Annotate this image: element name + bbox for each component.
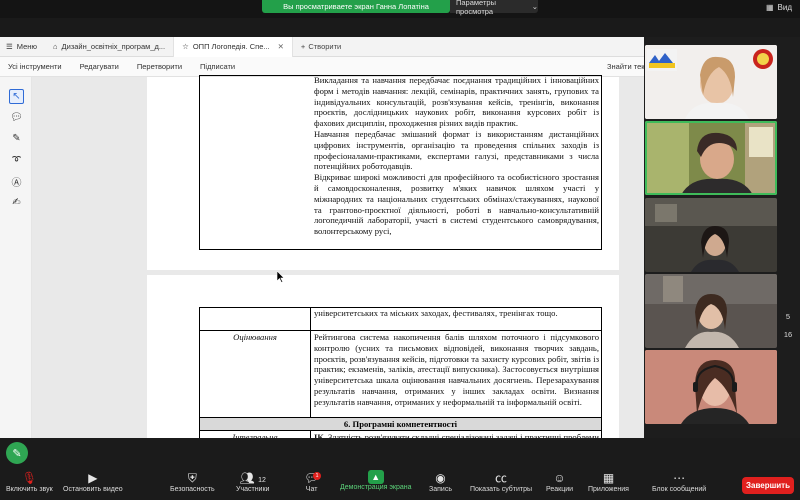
ribbon-edit[interactable]: Редагувати: [72, 62, 129, 71]
video-tile-2-active-speaker[interactable]: [645, 121, 777, 195]
tab-design-programs[interactable]: ⌂ Дизайн_освітніх_програм_д...: [45, 36, 175, 57]
video-camera-icon: ▶︎: [88, 471, 98, 485]
captions-label: Показать субтитры: [470, 486, 533, 493]
people-icon: 👥︎ 12: [239, 471, 266, 485]
participant-video: [645, 198, 777, 272]
view-options-dropdown[interactable]: Параметры просмотра ⌄: [450, 0, 538, 16]
paragraph: Відкриває широкі можливості для професій…: [314, 172, 599, 237]
plus-icon: +: [300, 42, 306, 51]
video-tile-5[interactable]: [645, 350, 777, 424]
participant-video: [645, 45, 777, 119]
continuation-text: університетських та міських заходах, фес…: [314, 308, 558, 318]
apps-grid-icon: ▦: [602, 471, 615, 485]
video-tile-3[interactable]: [645, 198, 777, 272]
chevron-down-icon: ⌄: [531, 2, 538, 11]
share-label: Демонстрация экрана: [340, 484, 412, 491]
new-tab-label: Створити: [308, 42, 342, 51]
page-number: 5: [785, 312, 791, 321]
section-heading: 6. Програмні компетентності: [199, 417, 602, 431]
page-number: 16: [783, 330, 793, 339]
stop-video-button[interactable]: ▶︎ Остановить видео: [63, 470, 123, 493]
assessment-label: Оцінювання: [233, 332, 277, 342]
chat-badge: 1: [313, 472, 321, 480]
home-icon: ⌂: [53, 42, 58, 51]
grid-icon: ▦: [765, 3, 774, 12]
menu-label: Меню: [16, 42, 38, 51]
participant-video: [645, 121, 777, 195]
unmute-label: Включить звук: [6, 486, 53, 493]
new-tab-button[interactable]: + Створити: [293, 42, 349, 51]
document-page-2: університетських та міських заходах, фес…: [147, 275, 619, 464]
cc-icon: ㏄: [495, 471, 508, 485]
shield-icon: ⛨: [187, 471, 197, 485]
tab-label: ОПП Логопедія. Спе...: [192, 42, 270, 51]
participant-video: [645, 350, 777, 424]
reactions-label: Реакции: [546, 486, 574, 493]
zoom-window: Вы просматриваете экран Ганна Лопатіна П…: [0, 0, 800, 500]
record-button[interactable]: ◉ Запись: [429, 470, 452, 493]
apps-label: Приложения: [588, 486, 629, 493]
view-label: Вид: [777, 3, 792, 12]
record-label: Запись: [429, 486, 452, 493]
video-tile-1[interactable]: [645, 45, 777, 119]
paragraph: Навчання передбачає змішаний формат із в…: [314, 128, 599, 172]
mic-muted-icon: 🎙︎: [21, 471, 37, 485]
captions-button[interactable]: ㏄ Показать субтитры: [470, 470, 532, 493]
annotate-pen-icon[interactable]: ✎: [6, 442, 28, 464]
stamp-icon[interactable]: ✍︎: [9, 195, 24, 210]
apps-button[interactable]: ▦ Приложения: [588, 470, 629, 493]
cursor-icon[interactable]: ↖: [9, 89, 24, 104]
participant-video: [645, 274, 777, 348]
share-banner: Вы просматриваете экран Ганна Лопатіна: [262, 0, 450, 13]
participants-count: 12: [258, 477, 266, 484]
end-meeting-button[interactable]: Завершить: [742, 477, 794, 494]
ribbon-all-tools[interactable]: Усі інструменти: [0, 62, 72, 71]
chat-label: Чат: [305, 486, 318, 493]
reactions-button[interactable]: ☺ Реакции: [546, 470, 573, 493]
more-button[interactable]: ⋯ Блок сообщений: [652, 470, 706, 493]
tab-label: Дизайн_освітніх_програм_д...: [61, 42, 166, 51]
participants-button[interactable]: 👥︎ 12 Участники: [236, 470, 269, 493]
menu-button[interactable]: ☰ Меню: [0, 42, 45, 51]
view-button[interactable]: ▦ Вид: [766, 3, 792, 12]
smiley-icon: ☺: [553, 471, 566, 485]
security-button[interactable]: ⛨ Безопасность: [170, 470, 215, 493]
document-page-1: Викладання та навчання передбачає поєдна…: [147, 75, 619, 270]
participants-label: Участники: [236, 486, 270, 493]
ribbon-convert[interactable]: Перетворити: [129, 62, 192, 71]
tab-opp-logopedia[interactable]: ☆ ОПП Логопедія. Спе... ✕: [174, 36, 293, 57]
lasso-icon[interactable]: ➰︎: [9, 153, 24, 168]
table-cell-left: [199, 75, 311, 250]
table-cell-left: [199, 330, 311, 418]
mouse-cursor-icon: [277, 271, 285, 283]
teaching-text: Викладання та навчання передбачає поєдна…: [314, 75, 599, 237]
security-label: Безопасность: [170, 486, 215, 493]
pen-icon[interactable]: ✎: [9, 131, 24, 146]
record-icon: ◉: [435, 471, 446, 485]
comment-icon[interactable]: 💬︎: [9, 110, 24, 125]
find-text-button[interactable]: Знайти тек: [607, 62, 645, 71]
tool-rail: ↖ 💬︎ ✎ ➰︎ Ⓐ ✍︎: [0, 77, 32, 438]
star-icon: ☆: [182, 42, 189, 51]
more-label: Блок сообщений: [652, 486, 707, 493]
close-icon[interactable]: ✕: [278, 42, 284, 51]
stop-video-label: Остановить видео: [63, 486, 123, 493]
share-screen-button[interactable]: ▲ Демонстрация экрана: [340, 470, 412, 491]
view-options-label: Параметры просмотра: [456, 0, 496, 16]
hamburger-icon: ☰: [6, 42, 13, 51]
more-dots-icon: ⋯: [673, 471, 686, 485]
paragraph: Викладання та навчання передбачає поєдна…: [314, 75, 599, 129]
toolbar-spacer: [0, 438, 800, 468]
ribbon-sign[interactable]: Підписати: [192, 62, 245, 71]
table-cell-left: [199, 307, 311, 331]
share-arrow-icon: ▲: [367, 470, 384, 484]
text-select-icon[interactable]: Ⓐ: [9, 174, 24, 189]
assessment-text: Рейтингова система накопичення балів шля…: [314, 332, 599, 407]
video-tile-4[interactable]: [645, 274, 777, 348]
unmute-button[interactable]: 🎙︎ Включить звук: [6, 470, 53, 493]
